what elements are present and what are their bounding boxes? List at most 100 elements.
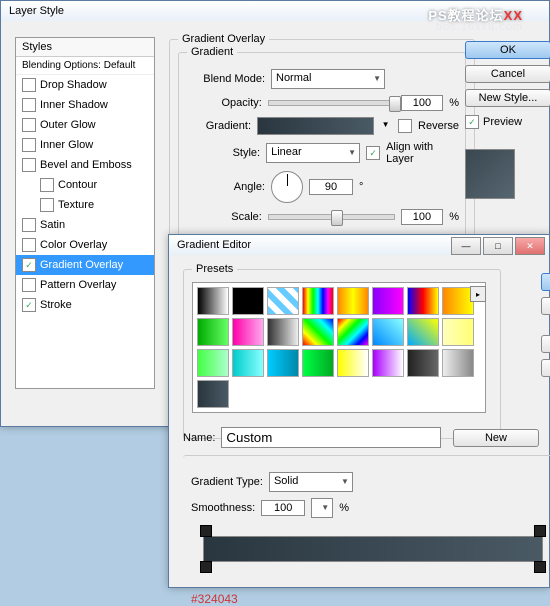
new-style-button[interactable]: New Style... bbox=[465, 89, 550, 107]
preset-swatch-9[interactable] bbox=[232, 318, 264, 346]
style-checkbox[interactable] bbox=[22, 78, 36, 92]
maximize-button[interactable]: □ bbox=[483, 237, 513, 255]
angle-input[interactable]: 90 bbox=[309, 179, 353, 195]
preset-swatch-23[interactable] bbox=[442, 349, 474, 377]
preset-swatch-22[interactable] bbox=[407, 349, 439, 377]
style-dropdown[interactable]: Linear bbox=[266, 143, 360, 163]
gradient-type-dropdown[interactable]: Solid bbox=[269, 472, 353, 492]
preset-swatch-19[interactable] bbox=[302, 349, 334, 377]
ge-ok-button[interactable]: OK bbox=[541, 273, 550, 291]
style-checkbox[interactable] bbox=[22, 238, 36, 252]
watermark-sub: bbs.16xx8.com bbox=[436, 21, 523, 33]
style-checkbox[interactable] bbox=[22, 158, 36, 172]
gradient-editor-buttons: OK Reset Load... Save... bbox=[541, 273, 550, 377]
style-checkbox[interactable] bbox=[40, 198, 54, 212]
preset-swatch-20[interactable] bbox=[337, 349, 369, 377]
scale-pct: % bbox=[449, 211, 459, 223]
gradient-preview[interactable] bbox=[257, 117, 374, 135]
ge-save-button[interactable]: Save... bbox=[541, 359, 550, 377]
ge-load-button[interactable]: Load... bbox=[541, 335, 550, 353]
opacity-pct: % bbox=[449, 97, 459, 109]
angle-label: Angle: bbox=[185, 181, 265, 193]
preset-swatch-15[interactable] bbox=[442, 318, 474, 346]
presets-menu-button[interactable]: ▸ bbox=[470, 286, 486, 302]
style-checkbox[interactable] bbox=[22, 278, 36, 292]
style-item-inner-shadow[interactable]: Inner Shadow bbox=[16, 95, 154, 115]
preset-swatch-14[interactable] bbox=[407, 318, 439, 346]
style-item-bevel-and-emboss[interactable]: Bevel and Emboss bbox=[16, 155, 154, 175]
style-checkbox[interactable] bbox=[22, 218, 36, 232]
align-checkbox[interactable] bbox=[366, 146, 380, 160]
style-item-inner-glow[interactable]: Inner Glow bbox=[16, 135, 154, 155]
style-checkbox[interactable] bbox=[22, 118, 36, 132]
gradient-subgroup: Gradient Blend Mode: Normal Opacity: 100… bbox=[178, 52, 466, 249]
smoothness-stepper[interactable] bbox=[311, 498, 333, 518]
name-input[interactable] bbox=[221, 427, 441, 448]
opacity-stop-right[interactable] bbox=[534, 525, 546, 537]
style-item-label: Inner Shadow bbox=[40, 99, 108, 111]
gradient-bar[interactable] bbox=[203, 536, 543, 562]
reverse-checkbox[interactable] bbox=[398, 119, 412, 133]
smoothness-input[interactable]: 100 bbox=[261, 500, 305, 516]
style-checkbox[interactable] bbox=[22, 258, 36, 272]
preset-grid bbox=[192, 282, 486, 413]
preset-swatch-8[interactable] bbox=[197, 318, 229, 346]
style-item-label: Texture bbox=[58, 199, 94, 211]
opacity-slider[interactable] bbox=[268, 100, 395, 106]
blending-options-default[interactable]: Blending Options: Default bbox=[16, 57, 154, 75]
style-checkbox[interactable] bbox=[22, 98, 36, 112]
ok-button[interactable]: OK bbox=[465, 41, 550, 59]
opacity-stop-left[interactable] bbox=[200, 525, 212, 537]
preset-swatch-11[interactable] bbox=[302, 318, 334, 346]
preset-swatch-21[interactable] bbox=[372, 349, 404, 377]
style-item-drop-shadow[interactable]: Drop Shadow bbox=[16, 75, 154, 95]
style-item-color-overlay[interactable]: Color Overlay bbox=[16, 235, 154, 255]
style-item-stroke[interactable]: Stroke bbox=[16, 295, 154, 315]
preset-swatch-18[interactable] bbox=[267, 349, 299, 377]
cancel-button[interactable]: Cancel bbox=[465, 65, 550, 83]
preset-swatch-13[interactable] bbox=[372, 318, 404, 346]
blend-mode-dropdown[interactable]: Normal bbox=[271, 69, 385, 89]
align-label: Align with Layer bbox=[386, 141, 459, 165]
preset-swatch-24[interactable] bbox=[197, 380, 229, 408]
style-item-contour[interactable]: Contour bbox=[16, 175, 154, 195]
style-checkbox[interactable] bbox=[22, 138, 36, 152]
style-item-gradient-overlay[interactable]: Gradient Overlay bbox=[16, 255, 154, 275]
preset-swatch-5[interactable] bbox=[372, 287, 404, 315]
scale-slider[interactable] bbox=[268, 214, 395, 220]
preset-swatch-4[interactable] bbox=[337, 287, 369, 315]
preview-swatch bbox=[465, 149, 515, 199]
style-item-satin[interactable]: Satin bbox=[16, 215, 154, 235]
hex-readout: #324043 bbox=[191, 592, 238, 606]
preset-swatch-17[interactable] bbox=[232, 349, 264, 377]
scale-input[interactable]: 100 bbox=[401, 209, 444, 225]
ge-reset-button[interactable]: Reset bbox=[541, 297, 550, 315]
close-button[interactable]: ✕ bbox=[515, 237, 545, 255]
style-checkbox[interactable] bbox=[22, 298, 36, 312]
preset-swatch-10[interactable] bbox=[267, 318, 299, 346]
layer-style-buttons: OK Cancel New Style... Preview bbox=[465, 41, 541, 199]
minimize-button[interactable]: — bbox=[451, 237, 481, 255]
preset-swatch-3[interactable] bbox=[302, 287, 334, 315]
smoothness-label: Smoothness: bbox=[191, 502, 255, 514]
angle-dial[interactable] bbox=[271, 171, 303, 203]
style-checkbox[interactable] bbox=[40, 178, 54, 192]
preset-swatch-12[interactable] bbox=[337, 318, 369, 346]
gradient-type-group: Gradient Type: Solid Smoothness: 100 % #… bbox=[183, 455, 550, 606]
style-item-texture[interactable]: Texture bbox=[16, 195, 154, 215]
preset-swatch-16[interactable] bbox=[197, 349, 229, 377]
color-stop-left[interactable] bbox=[200, 561, 212, 573]
styles-header[interactable]: Styles bbox=[16, 38, 154, 57]
preset-swatch-0[interactable] bbox=[197, 287, 229, 315]
ge-new-button[interactable]: New bbox=[453, 429, 539, 447]
gradient-type-label: Gradient Type: bbox=[191, 476, 263, 488]
style-item-label: Outer Glow bbox=[40, 119, 96, 131]
style-item-outer-glow[interactable]: Outer Glow bbox=[16, 115, 154, 135]
preset-swatch-2[interactable] bbox=[267, 287, 299, 315]
preview-checkbox[interactable] bbox=[465, 115, 479, 129]
opacity-input[interactable]: 100 bbox=[401, 95, 444, 111]
style-item-pattern-overlay[interactable]: Pattern Overlay bbox=[16, 275, 154, 295]
color-stop-right[interactable] bbox=[534, 561, 546, 573]
preset-swatch-6[interactable] bbox=[407, 287, 439, 315]
preset-swatch-1[interactable] bbox=[232, 287, 264, 315]
